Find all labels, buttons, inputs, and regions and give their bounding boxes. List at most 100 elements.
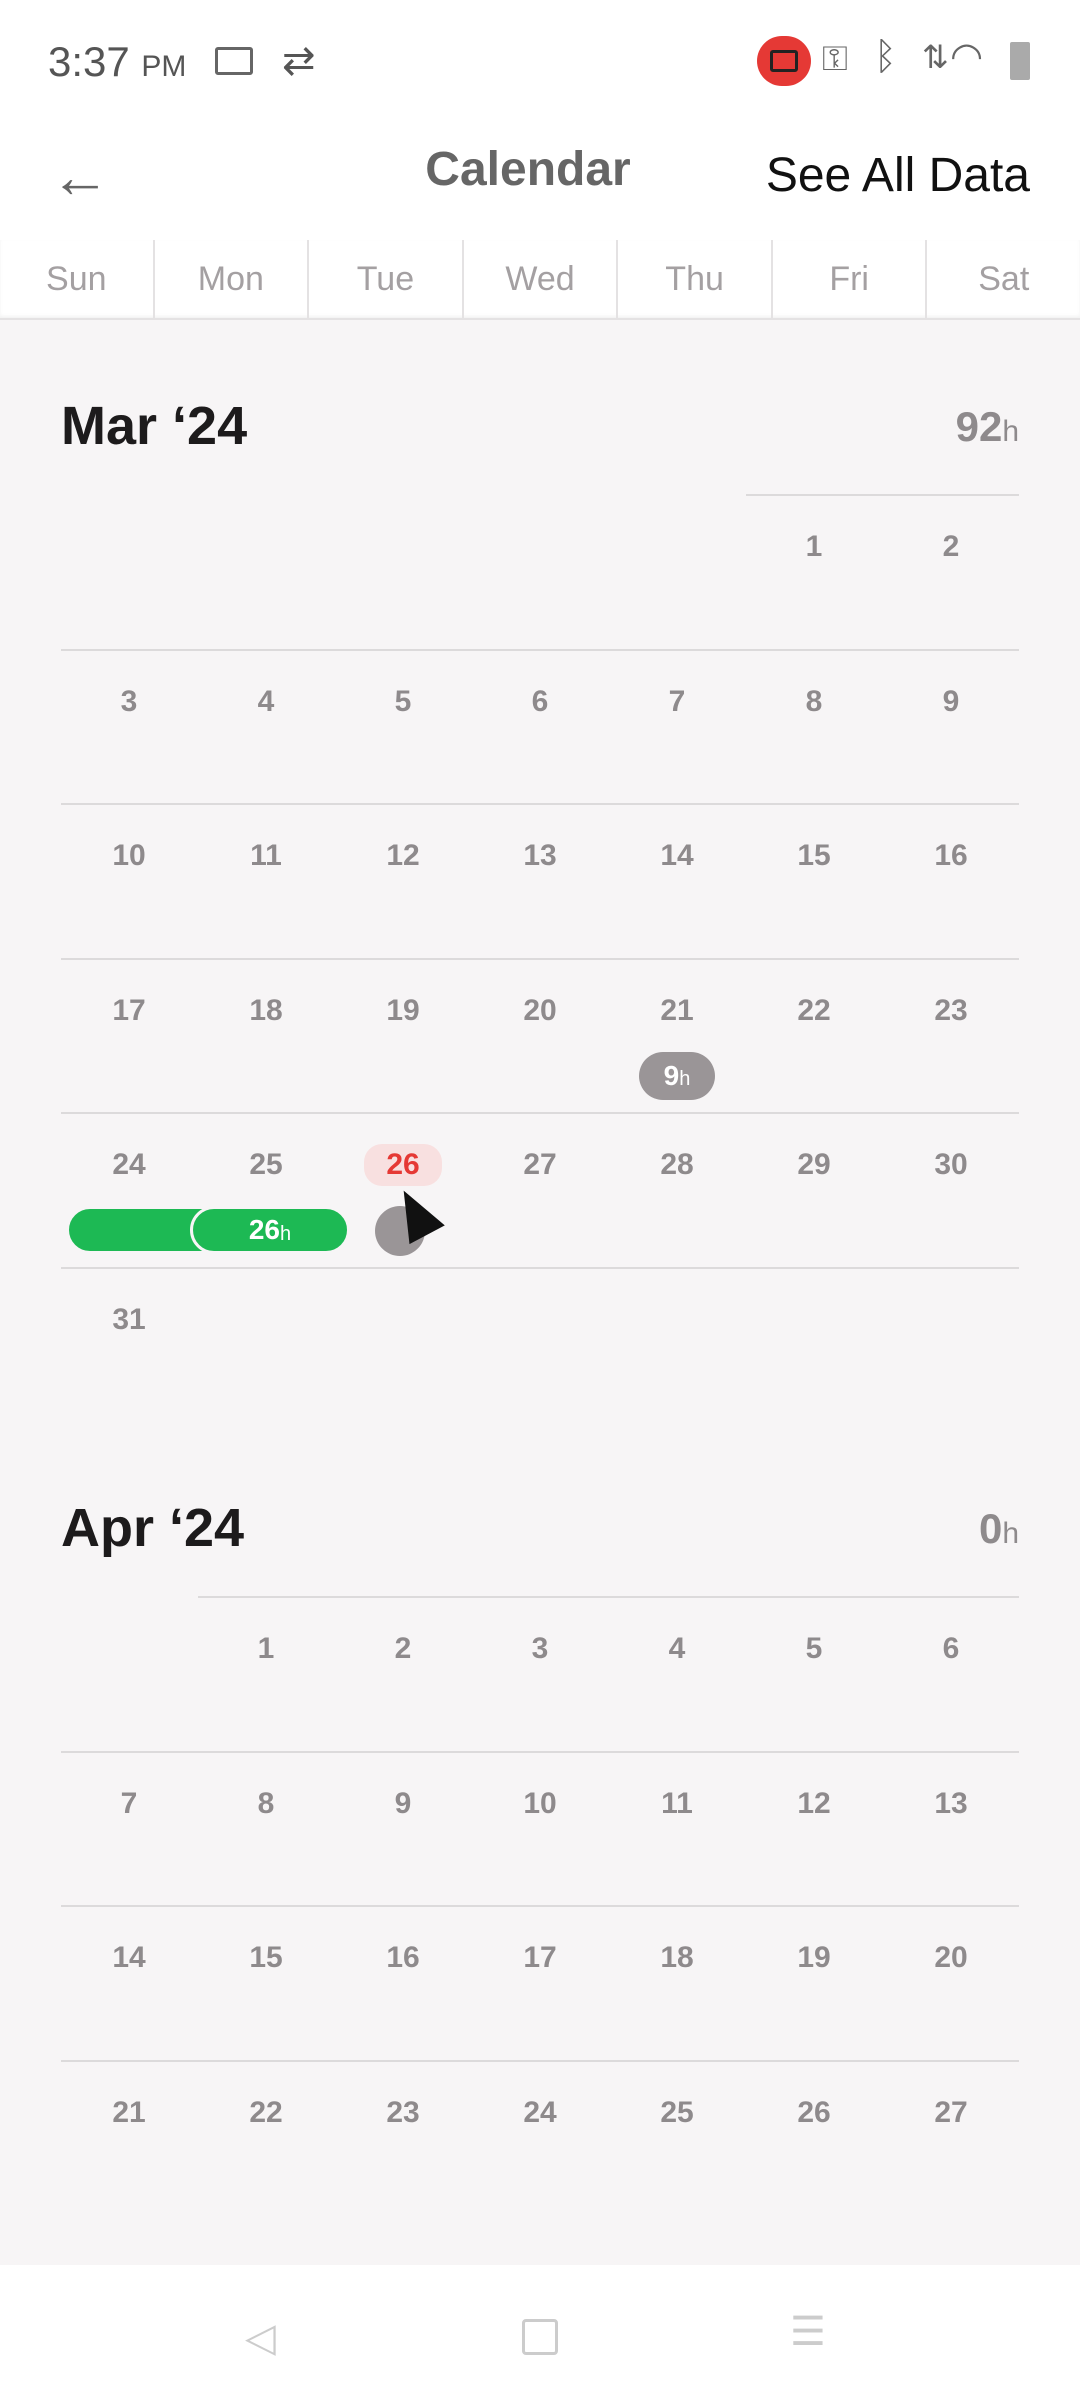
- day-8[interactable]: 8: [764, 685, 864, 719]
- wifi-icon: ◠: [950, 36, 984, 78]
- day-22[interactable]: 22: [764, 994, 864, 1028]
- nav-home-icon[interactable]: [522, 2319, 558, 2355]
- month-title: Apr ‘24: [61, 1498, 245, 1558]
- day-29[interactable]: 29: [764, 1148, 864, 1182]
- month-total-unit: h: [1002, 1517, 1019, 1550]
- day-25[interactable]: 25: [216, 1148, 316, 1182]
- week-divider: [61, 2059, 1019, 2062]
- day-24[interactable]: 24: [490, 2096, 590, 2130]
- battery-icon: [1010, 42, 1030, 80]
- day-14[interactable]: 14: [627, 839, 727, 873]
- duration-pill[interactable]: 9h: [639, 1051, 715, 1100]
- day-20[interactable]: 20: [901, 1941, 1001, 1975]
- see-all-data-button[interactable]: See All Data: [766, 148, 1030, 203]
- day-3[interactable]: 3: [79, 685, 179, 719]
- week-divider: [61, 648, 1019, 651]
- day-19[interactable]: 19: [353, 994, 453, 1028]
- day-13[interactable]: 13: [490, 839, 590, 873]
- day-26[interactable]: 26: [764, 2096, 864, 2130]
- day-22[interactable]: 22: [216, 2096, 316, 2130]
- day-1[interactable]: 1: [764, 530, 864, 564]
- day-17[interactable]: 17: [79, 994, 179, 1028]
- weekday-header: Sun Mon Tue Wed Thu Fri Sat: [0, 240, 1080, 320]
- day-31[interactable]: 31: [79, 1303, 179, 1337]
- day-25[interactable]: 25: [627, 2096, 727, 2130]
- day-23[interactable]: 23: [353, 2096, 453, 2130]
- day-10[interactable]: 10: [490, 1787, 590, 1821]
- day-2[interactable]: 2: [901, 530, 1001, 564]
- month-total-value: 92: [955, 403, 1003, 450]
- duration-value: 9: [663, 1059, 680, 1091]
- day-4[interactable]: 4: [627, 1632, 727, 1666]
- day-7[interactable]: 7: [79, 1787, 179, 1821]
- day-11[interactable]: 11: [216, 839, 316, 873]
- day-8[interactable]: 8: [216, 1787, 316, 1821]
- weekday-sun: Sun: [0, 240, 155, 318]
- day-27[interactable]: 27: [490, 1148, 590, 1182]
- day-5[interactable]: 5: [353, 685, 453, 719]
- week-divider: [61, 957, 1019, 960]
- nav-back-icon[interactable]: ◁: [245, 2315, 276, 2361]
- day-21[interactable]: 21: [627, 994, 727, 1028]
- sync-icon: ⇄: [282, 39, 316, 83]
- month-total: 0h: [979, 1505, 1019, 1553]
- week-divider: [61, 1750, 1019, 1753]
- day-16[interactable]: 16: [901, 839, 1001, 873]
- day-10[interactable]: 10: [79, 839, 179, 873]
- weekday-mon: Mon: [155, 240, 310, 318]
- day-4[interactable]: 4: [216, 685, 316, 719]
- week-divider: [61, 1112, 1019, 1114]
- duration-unit: h: [679, 1068, 691, 1090]
- recording-badge-icon: [757, 36, 811, 86]
- week-divider: [61, 1266, 1019, 1269]
- day-12[interactable]: 12: [353, 839, 453, 873]
- day-16[interactable]: 16: [353, 1941, 453, 1975]
- week-divider: [61, 1905, 1019, 1907]
- day-17[interactable]: 17: [490, 1941, 590, 1975]
- app-header: ← Calendar See All Data: [0, 120, 1080, 240]
- day-12[interactable]: 12: [764, 1787, 864, 1821]
- weekday-sat: Sat: [978, 259, 1030, 298]
- ampm: PM: [141, 50, 187, 83]
- day-6[interactable]: 6: [901, 1632, 1001, 1666]
- day-1[interactable]: 1: [216, 1632, 316, 1666]
- day-20[interactable]: 20: [490, 994, 590, 1028]
- day-7[interactable]: 7: [627, 685, 727, 719]
- day-18[interactable]: 18: [216, 994, 316, 1028]
- nav-menu-icon[interactable]: ☰: [790, 2309, 826, 2355]
- week-divider: [746, 494, 1019, 496]
- time: 3:37: [48, 38, 130, 85]
- weekday-fri: Fri: [773, 240, 928, 318]
- day-19[interactable]: 19: [764, 1941, 864, 1975]
- day-13[interactable]: 13: [901, 1787, 1001, 1821]
- day-28[interactable]: 28: [627, 1148, 727, 1182]
- bluetooth-icon: ᛒ: [874, 36, 897, 78]
- week-divider: [198, 1596, 1019, 1598]
- day-5[interactable]: 5: [764, 1632, 864, 1666]
- day-9[interactable]: 9: [901, 685, 1001, 719]
- day-15[interactable]: 15: [764, 839, 864, 873]
- day-27[interactable]: 27: [901, 2096, 1001, 2130]
- week-divider: [61, 803, 1019, 805]
- day-3[interactable]: 3: [490, 1632, 590, 1666]
- duration-pill[interactable]: 26 h: [190, 1206, 350, 1254]
- screen-record-icon: [215, 47, 253, 75]
- day-26[interactable]: 26: [364, 1144, 442, 1186]
- weekday-tue: Tue: [309, 240, 464, 318]
- day-11[interactable]: 11: [627, 1787, 727, 1821]
- system-nav-bar: ◁ ☰: [0, 2265, 1080, 2400]
- day-18[interactable]: 18: [627, 1941, 727, 1975]
- day-30[interactable]: 30: [901, 1148, 1001, 1182]
- status-bar: 3:37 PM ⇄ ⚿ ᛒ ⇅ ◠: [0, 0, 1080, 120]
- duration-unit: h: [280, 1222, 292, 1245]
- day-9[interactable]: 9: [353, 1787, 453, 1821]
- day-23[interactable]: 23: [901, 994, 1001, 1028]
- day-21[interactable]: 21: [79, 2096, 179, 2130]
- day-2[interactable]: 2: [353, 1632, 453, 1666]
- day-15[interactable]: 15: [216, 1941, 316, 1975]
- day-24[interactable]: 24: [79, 1148, 179, 1182]
- day-14[interactable]: 14: [79, 1941, 179, 1975]
- vpn-key-icon: ⚿: [822, 40, 848, 78]
- day-6[interactable]: 6: [490, 685, 590, 719]
- duration-value: 26: [248, 1214, 281, 1245]
